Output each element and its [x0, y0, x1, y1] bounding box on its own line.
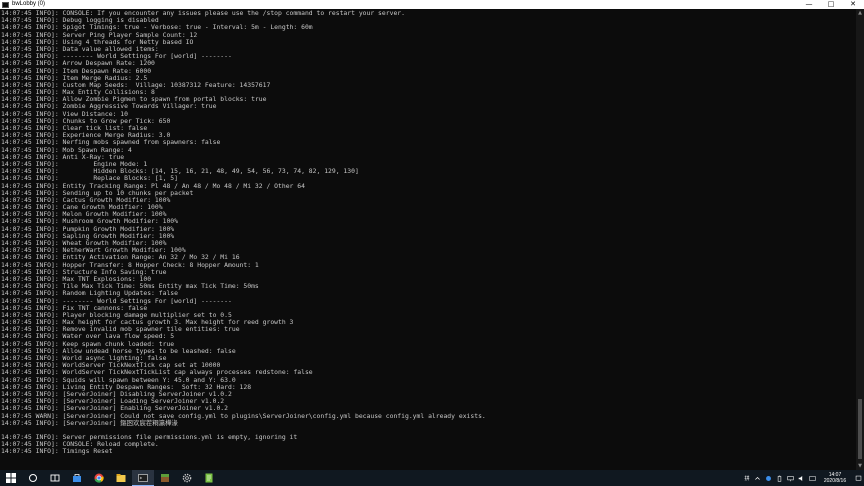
maximize-button[interactable]: □	[820, 0, 842, 9]
chrome-icon	[94, 473, 104, 483]
action-center-button[interactable]	[852, 470, 864, 486]
battery-icon[interactable]	[774, 470, 785, 486]
scroll-down-arrow-icon[interactable]: ▼	[856, 462, 864, 470]
console-line: 14:07:45 INFO]: CONSOLE: Reload complete…	[1, 440, 159, 449]
taskbar-clock[interactable]: 14:07 2020/8/16	[818, 470, 852, 486]
keyboard-icon[interactable]	[807, 470, 818, 486]
notification-icon	[855, 475, 861, 481]
console-scrollbar[interactable]: ▲ ▼	[856, 9, 864, 470]
minimize-button[interactable]: —	[798, 0, 820, 9]
task-view-icon	[50, 474, 60, 482]
console-line: 14:07:45 INFO]: Mob Spawn Range: 4	[1, 145, 132, 154]
windows-taskbar: 拼 14:07 2020/8/16	[0, 470, 864, 486]
clock-date: 2020/8/16	[823, 478, 847, 484]
start-windows-icon	[6, 473, 16, 483]
ime-indicator[interactable]: 拼	[742, 470, 752, 486]
console-app-icon	[2, 1, 9, 8]
show-hidden-icons-chevron-icon[interactable]	[752, 470, 763, 486]
network-icon[interactable]	[785, 470, 796, 486]
taskbar-notepad[interactable]	[198, 470, 220, 486]
search-icon	[29, 474, 37, 482]
taskbar-file-explorer[interactable]	[110, 470, 132, 486]
taskbar-chrome[interactable]	[88, 470, 110, 486]
taskbar-minecraft[interactable]	[154, 470, 176, 486]
taskbar-cmd[interactable]	[132, 470, 154, 486]
settings-gear-icon	[182, 473, 192, 483]
file-explorer-icon	[116, 474, 126, 482]
console-line: 14:07:45 INFO]: Timings Reset	[1, 447, 113, 456]
start-button[interactable]	[0, 470, 22, 486]
volume-icon[interactable]	[796, 470, 807, 486]
window-controls: — □ ✕	[798, 0, 864, 9]
close-button[interactable]: ✕	[842, 0, 864, 9]
window-title: bwLobby (0)	[12, 1, 46, 7]
taskbar-settings[interactable]	[176, 470, 198, 486]
scrollbar-thumb[interactable]	[858, 399, 862, 459]
minecraft-icon	[161, 474, 169, 482]
store-icon	[73, 474, 81, 482]
notepad-icon	[205, 473, 213, 483]
search-button[interactable]	[22, 470, 44, 486]
task-view-button[interactable]	[44, 470, 66, 486]
system-tray: 拼 14:07 2020/8/16	[742, 470, 864, 486]
taskbar-store[interactable]	[66, 470, 88, 486]
console-line: 14:07:45 INFO]: Zombie Aggressive Toward…	[1, 102, 217, 111]
cmd-icon	[138, 473, 148, 482]
tray-app-icon[interactable]	[763, 470, 774, 486]
console-line: 14:07:45 INFO]: [ServerJoiner] 鏂囦欢宸茬粡瀛樺湪	[1, 418, 178, 427]
window-titlebar[interactable]: bwLobby (0) — □ ✕	[0, 0, 864, 9]
scroll-up-arrow-icon[interactable]: ▲	[856, 9, 864, 17]
console-output[interactable]: 14:07:45 INFO]: CONSOLE: If you encounte…	[0, 9, 856, 470]
